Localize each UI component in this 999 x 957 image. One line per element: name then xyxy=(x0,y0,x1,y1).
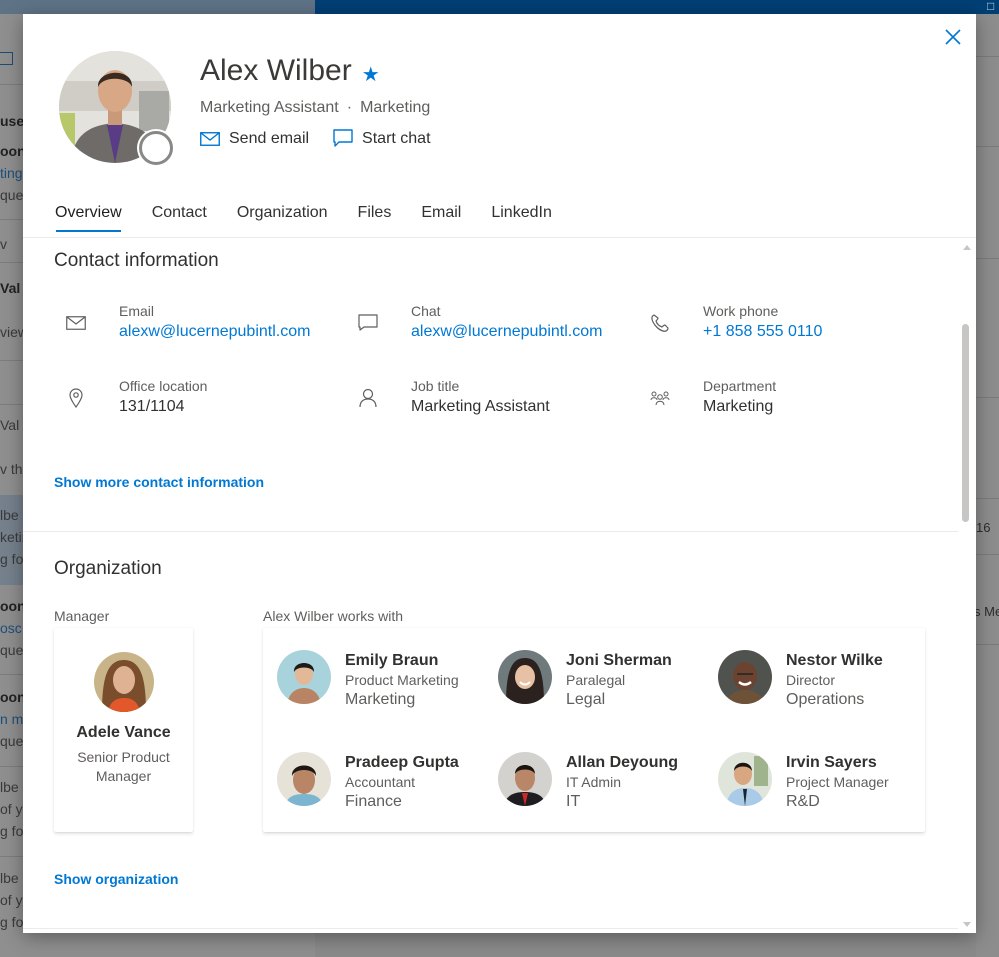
contact-field-work-phone: Work phone +1 858 555 0110 xyxy=(649,302,822,344)
profile-actions: Send email Start chat xyxy=(200,129,431,148)
chat-link[interactable]: alexw@lucernepubintl.com xyxy=(411,320,602,344)
app-top-bar: □ xyxy=(0,0,999,14)
profile-name: Alex Wilber xyxy=(200,54,352,87)
manager-card[interactable]: Adele Vance Senior Product Manager xyxy=(54,628,193,832)
colleague-item[interactable]: Pradeep Gupta Accountant Finance xyxy=(277,752,487,813)
phone-icon xyxy=(649,312,671,334)
colleague-item[interactable]: Emily Braun Product Marketing Marketing xyxy=(277,650,487,711)
send-email-button[interactable]: Send email xyxy=(200,129,309,148)
mail-icon xyxy=(65,312,87,334)
email-link[interactable]: alexw@lucernepubintl.com xyxy=(119,320,310,344)
tab-contact[interactable]: Contact xyxy=(140,200,219,232)
profile-header: Alex Wilber ★ Marketing Assistant · Mark… xyxy=(23,14,976,238)
show-more-contact-link[interactable]: Show more contact information xyxy=(54,474,264,490)
colleague-item[interactable]: Nestor Wilke Director Operations xyxy=(718,650,928,711)
tab-email[interactable]: Email xyxy=(409,200,473,232)
scroll-down-arrow-icon[interactable] xyxy=(963,922,971,927)
contact-field-chat: Chat alexw@lucernepubintl.com xyxy=(357,302,602,344)
contact-field-email: Email alexw@lucernepubintl.com xyxy=(65,302,310,344)
chat-icon xyxy=(357,312,379,334)
tab-overview[interactable]: Overview xyxy=(43,200,134,232)
chat-icon xyxy=(333,129,353,147)
phone-link[interactable]: +1 858 555 0110 xyxy=(703,320,822,344)
person-icon xyxy=(357,387,379,409)
scroll-up-arrow-icon[interactable] xyxy=(963,245,971,250)
colleague-item[interactable]: Allan Deyoung IT Admin IT xyxy=(498,752,708,813)
tab-organization[interactable]: Organization xyxy=(225,200,340,232)
location-icon xyxy=(65,387,87,409)
start-chat-button[interactable]: Start chat xyxy=(333,129,431,148)
works-with-card: Emily Braun Product Marketing Marketing … xyxy=(263,628,925,832)
contact-field-office-location: Office location 131/1104 xyxy=(65,377,207,419)
organization-section-title: Organization xyxy=(54,558,162,579)
start-chat-label: Start chat xyxy=(362,129,431,147)
profile-card-dialog: Alex Wilber ★ Marketing Assistant · Mark… xyxy=(23,14,976,933)
colleague-item[interactable]: Irvin Sayers Project Manager R&D xyxy=(718,752,928,813)
show-organization-link[interactable]: Show organization xyxy=(54,871,178,887)
section-divider xyxy=(23,531,958,532)
mail-icon xyxy=(200,131,220,146)
profile-subtitle: Marketing Assistant · Marketing xyxy=(200,99,430,117)
app-top-bar-left xyxy=(0,0,315,14)
colleague-avatar xyxy=(277,650,331,704)
colleague-avatar xyxy=(498,650,552,704)
profile-department: Marketing xyxy=(360,99,431,116)
manager-name: Adele Vance xyxy=(76,724,171,741)
colleague-avatar xyxy=(718,752,772,806)
colleague-avatar xyxy=(718,650,772,704)
background-reading-pane: 16 s Me xyxy=(976,14,999,957)
send-email-label: Send email xyxy=(229,129,310,147)
colleague-avatar xyxy=(498,752,552,806)
archive-icon xyxy=(0,52,13,65)
profile-tabs: Overview Contact Organization Files Emai… xyxy=(43,200,570,232)
tab-files[interactable]: Files xyxy=(346,200,404,232)
works-with-label: Alex Wilber works with xyxy=(263,608,404,624)
presence-status-offline xyxy=(139,131,173,165)
colleague-avatar xyxy=(277,752,331,806)
contact-field-job-title: Job title Marketing Assistant xyxy=(357,377,550,419)
people-icon xyxy=(649,387,671,409)
manager-title: Senior Product Manager xyxy=(77,749,170,784)
tab-linkedin[interactable]: LinkedIn xyxy=(479,200,564,232)
manager-avatar xyxy=(93,652,154,712)
overview-content: Contact information Email alexw@lucernep… xyxy=(23,238,976,933)
scroll-thumb[interactable] xyxy=(962,324,969,522)
favorite-star-icon[interactable]: ★ xyxy=(362,62,380,87)
feedback-icon: □ xyxy=(987,0,995,13)
contact-section-title: Contact information xyxy=(54,250,219,271)
separator-dot: · xyxy=(346,99,353,116)
manager-label: Manager xyxy=(54,608,110,624)
section-divider xyxy=(23,928,958,929)
contact-field-department: Department Marketing xyxy=(649,377,776,419)
content-scrollbar[interactable] xyxy=(959,238,976,933)
profile-job-title: Marketing Assistant xyxy=(200,99,339,116)
colleague-item[interactable]: Joni Sherman Paralegal Legal xyxy=(498,650,708,711)
